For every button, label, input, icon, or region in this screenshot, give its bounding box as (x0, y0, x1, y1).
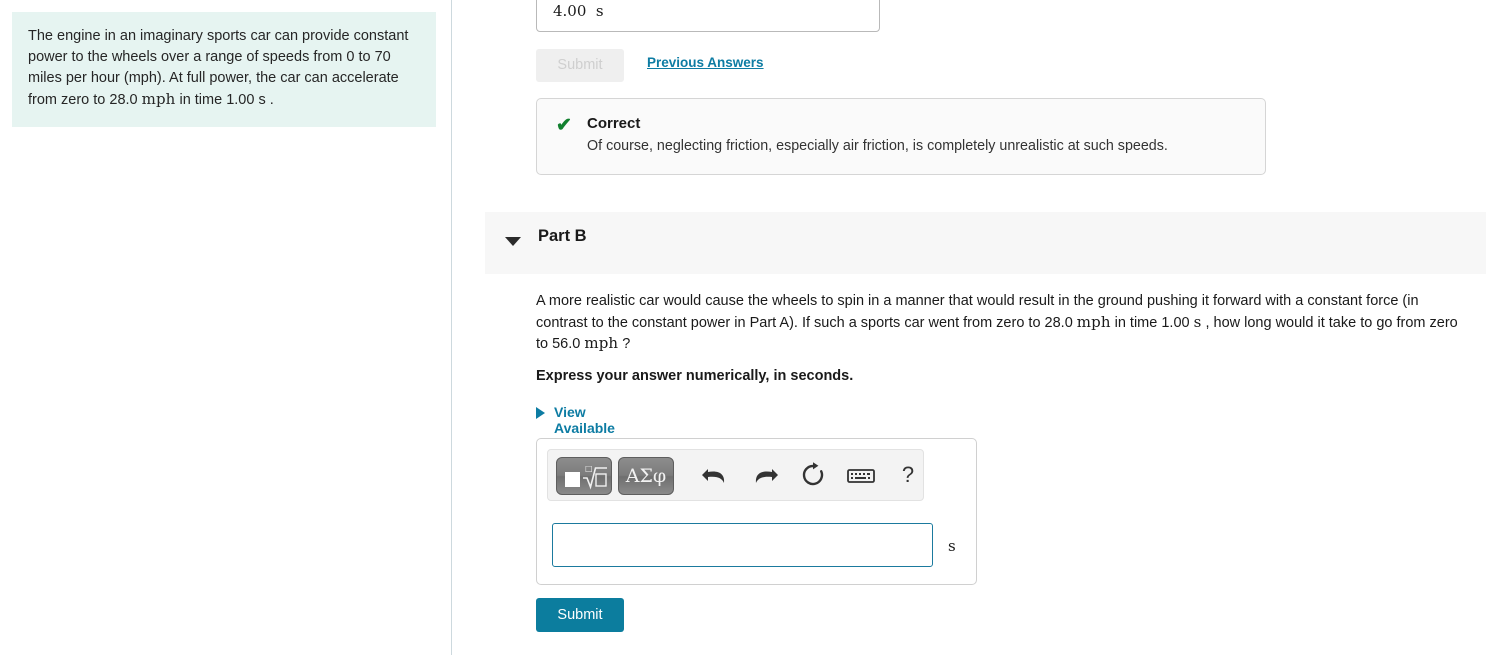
part-a-feedback-box: ✔ Correct Of course, neglecting friction… (536, 98, 1266, 175)
part-b-header[interactable]: Part B (485, 212, 1486, 274)
check-icon: ✔ (556, 115, 572, 136)
greek-symbols-label: ΑΣφ (625, 465, 667, 487)
problem-statement-pane: The engine in an imaginary sports car ca… (0, 0, 452, 655)
question-text-4: ? (618, 336, 631, 352)
answer-input[interactable] (552, 523, 933, 567)
question-unit-mph-1: mph (1076, 312, 1111, 331)
part-a-answer-value: 4.00 s (553, 2, 604, 20)
part-a-submit-button[interactable]: Submit (536, 49, 624, 82)
feedback-detail: Of course, neglecting friction, especial… (587, 138, 1168, 154)
question-text-2: in time 1.00 (1110, 314, 1194, 331)
problem-page: The engine in an imaginary sports car ca… (0, 0, 1486, 655)
math-toolbar: □ ΑΣφ ? (547, 449, 924, 501)
triangle-right-icon (536, 407, 545, 419)
greek-symbols-icon[interactable]: ΑΣφ (618, 457, 674, 495)
part-b-instruction: Express your answer numerically, in seco… (536, 368, 854, 384)
part-b-question-text: A more realistic car would cause the whe… (536, 291, 1464, 355)
part-b-submit-button[interactable]: Submit (536, 598, 624, 632)
statement-unit-s: s (258, 92, 266, 108)
statement-text-3: . (265, 92, 274, 108)
undo-arrow-icon[interactable] (698, 458, 732, 492)
svg-text:□: □ (585, 464, 593, 473)
answer-unit-label: s (948, 537, 956, 555)
reset-circular-arrow-icon[interactable] (796, 458, 830, 492)
chevron-down-icon[interactable] (505, 237, 521, 246)
part-a-answer-display: 4.00 s (536, 0, 880, 32)
help-label: ? (901, 462, 915, 487)
statement-text-2: in time 1.00 (175, 92, 259, 108)
part-b-title: Part B (538, 227, 587, 245)
problem-statement-box: The engine in an imaginary sports car ca… (12, 12, 436, 127)
main-content-pane: 4.00 s Submit Previous Answers ✔ Correct… (453, 0, 1486, 655)
question-unit-mph-2: mph (584, 334, 619, 352)
feedback-title: Correct (587, 115, 641, 132)
answer-entry-widget: □ ΑΣφ ? s (536, 438, 977, 585)
statement-unit-mph: mph (141, 90, 176, 108)
keyboard-icon[interactable] (844, 458, 878, 492)
question-mark-icon[interactable]: ? (891, 458, 925, 492)
square-root-template-icon[interactable]: □ (556, 457, 612, 495)
part-a-previous-answers-link[interactable]: Previous Answers (647, 55, 764, 70)
redo-arrow-icon[interactable] (748, 458, 782, 492)
